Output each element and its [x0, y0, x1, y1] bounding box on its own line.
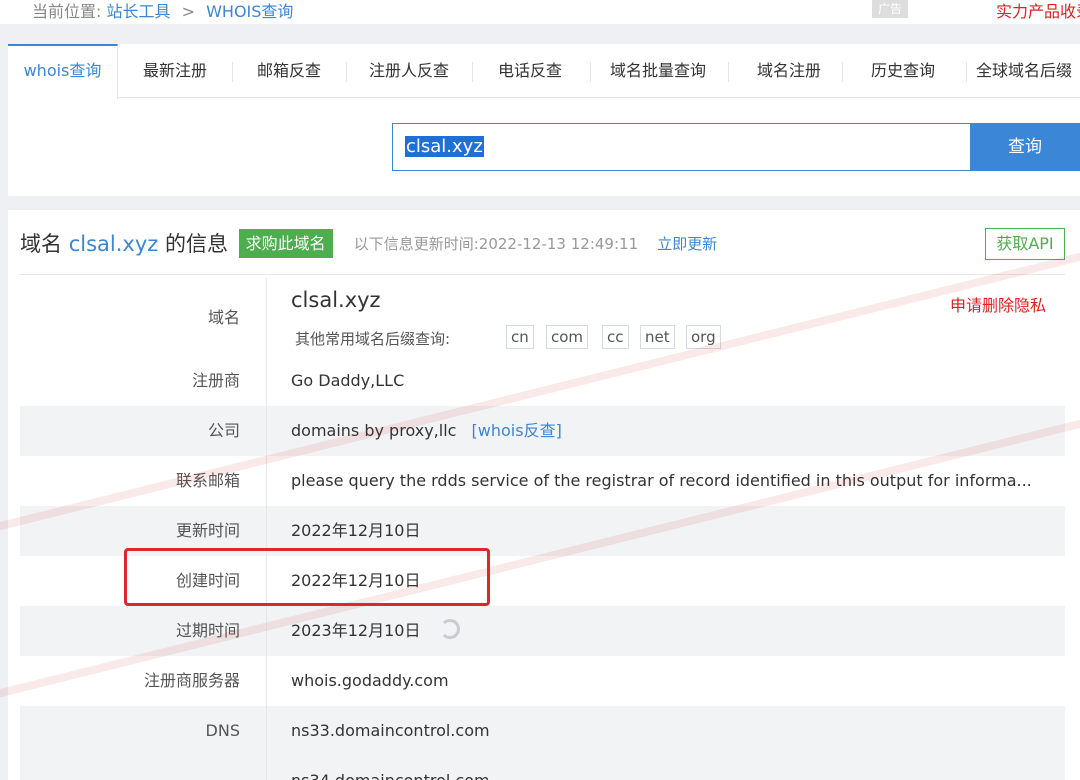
- column-divider: [266, 606, 267, 656]
- info-title-prefix: 域名: [20, 232, 62, 256]
- company-value: domains by proxy,llc: [291, 421, 457, 440]
- search-button[interactable]: 查询: [970, 123, 1080, 171]
- company-label: 公司: [207, 421, 240, 440]
- info-header: 域名 clsal.xyz 的信息 求购此域名 以下信息更新时间:2022-12-…: [20, 228, 717, 258]
- info-title-suffix: 的信息: [164, 232, 228, 256]
- update-now-link[interactable]: 立即更新: [657, 233, 717, 254]
- tab-domain-registration[interactable]: 域名注册: [736, 44, 842, 98]
- contact-email-row: 联系邮箱 please query the rdds service of th…: [20, 456, 1065, 506]
- company-value-wrap: domains by proxy,llc [whois反查]: [291, 406, 562, 456]
- registrar-server-row: 注册商服务器 whois.godaddy.com: [20, 656, 1065, 706]
- search-card: whois查询 最新注册 邮箱反查 注册人反查 电话反查 域名批量查询 域名注册…: [8, 44, 1080, 196]
- domain-search-input[interactable]: clsal.xyz: [392, 123, 972, 171]
- tab-divider: [346, 62, 347, 82]
- tab-batch-query[interactable]: 域名批量查询: [598, 44, 718, 98]
- tld-cc-button[interactable]: cc: [602, 325, 629, 349]
- tool-tabs: whois查询 最新注册 邮箱反查 注册人反查 电话反查 域名批量查询 域名注册…: [8, 44, 1080, 99]
- tld-org-button[interactable]: org: [686, 325, 721, 349]
- contact-email-value: please query the rdds service of the reg…: [291, 471, 1032, 490]
- column-divider: [266, 756, 267, 780]
- dns-label-2: [20, 756, 240, 780]
- column-divider: [266, 706, 267, 756]
- tab-divider: [590, 62, 591, 82]
- registrar-server-value: whois.godaddy.com: [291, 671, 449, 690]
- domain-value: clsal.xyz: [291, 288, 381, 312]
- tab-registrant-reverse[interactable]: 注册人反查: [354, 44, 464, 98]
- get-api-button[interactable]: 获取API: [985, 228, 1065, 260]
- tld-com-button[interactable]: com: [546, 325, 589, 349]
- created-date-highlight: [124, 548, 490, 606]
- expiry-date-label: 过期时间: [175, 621, 240, 640]
- tab-divider: [842, 62, 843, 82]
- tab-divider: [728, 62, 729, 82]
- dns-value-2: ns34.domaincontrol.com: [291, 756, 490, 780]
- column-divider: [266, 356, 267, 406]
- breadcrumb-home-link[interactable]: 站长工具: [107, 2, 171, 21]
- column-divider: [266, 406, 267, 456]
- refresh-icon[interactable]: [439, 619, 460, 639]
- domain-row: 域名 clsal.xyz 申请删除隐私 其他常用域名后缀查询: cn com c…: [20, 278, 1065, 356]
- expiry-date-wrap: 2023年12月10日: [291, 606, 460, 656]
- tab-divider: [232, 62, 233, 82]
- tab-history-query[interactable]: 历史查询: [850, 44, 956, 98]
- search-input-value: clsal.xyz: [405, 136, 484, 157]
- tab-divider: [966, 62, 967, 82]
- info-title-domain[interactable]: clsal.xyz: [69, 232, 159, 256]
- dns-row: DNS ns33.domaincontrol.com: [20, 706, 1065, 756]
- tld-net-button[interactable]: net: [640, 325, 675, 349]
- request-privacy-removal-link[interactable]: 申请删除隐私: [950, 292, 1046, 316]
- registrar-value: Go Daddy,LLC: [291, 371, 405, 390]
- column-divider: [266, 456, 267, 506]
- contact-email-label: 联系邮箱: [175, 471, 240, 490]
- registrar-label: 注册商: [191, 371, 240, 390]
- tld-query-label: 其他常用域名后缀查询:: [295, 330, 451, 348]
- breadcrumb-prefix: 当前位置:: [32, 2, 102, 21]
- company-row: 公司 domains by proxy,llc [whois反查]: [20, 406, 1065, 456]
- ad-badge: 广告: [872, 0, 908, 18]
- breadcrumb-separator: >: [181, 2, 196, 21]
- tab-email-reverse[interactable]: 邮箱反查: [240, 44, 338, 98]
- registrar-row: 注册商 Go Daddy,LLC: [20, 356, 1065, 406]
- tld-cn-button[interactable]: cn: [506, 325, 534, 349]
- column-divider: [266, 656, 267, 706]
- tab-global-suffix[interactable]: 全球域名后缀: [976, 44, 1080, 98]
- breadcrumb-current[interactable]: WHOIS查询: [206, 2, 293, 21]
- dns-row-2: ns34.domaincontrol.com: [20, 756, 1065, 780]
- registrar-server-label: 注册商服务器: [143, 671, 240, 690]
- header-divider: [20, 274, 1065, 275]
- tab-phone-reverse[interactable]: 电话反查: [480, 44, 580, 98]
- dns-label: DNS: [205, 721, 240, 740]
- column-divider: [266, 278, 267, 356]
- tab-latest-registration[interactable]: 最新注册: [126, 44, 224, 98]
- domain-label: 域名: [207, 308, 240, 327]
- update-time-text: 以下信息更新时间:2022-12-13 12:49:11: [353, 234, 639, 253]
- expiry-date-value: 2023年12月10日: [291, 621, 421, 640]
- tab-divider: [472, 62, 473, 82]
- info-title: 域名 clsal.xyz 的信息: [20, 232, 235, 256]
- breadcrumb: 当前位置: 站长工具 > WHOIS查询: [32, 0, 293, 22]
- top-bar: 当前位置: 站长工具 > WHOIS查询 广告 实力产品收录: [0, 0, 1080, 24]
- promo-link[interactable]: 实力产品收录: [996, 0, 1080, 22]
- dns-value-1: ns33.domaincontrol.com: [291, 721, 490, 740]
- tab-whois[interactable]: whois查询: [8, 44, 118, 99]
- expiry-date-row: 过期时间 2023年12月10日: [20, 606, 1065, 656]
- whois-reverse-link[interactable]: [whois反查]: [472, 421, 562, 440]
- whois-info-card: 域名 clsal.xyz 的信息 求购此域名 以下信息更新时间:2022-12-…: [8, 210, 1080, 780]
- buy-domain-button[interactable]: 求购此域名: [238, 228, 333, 258]
